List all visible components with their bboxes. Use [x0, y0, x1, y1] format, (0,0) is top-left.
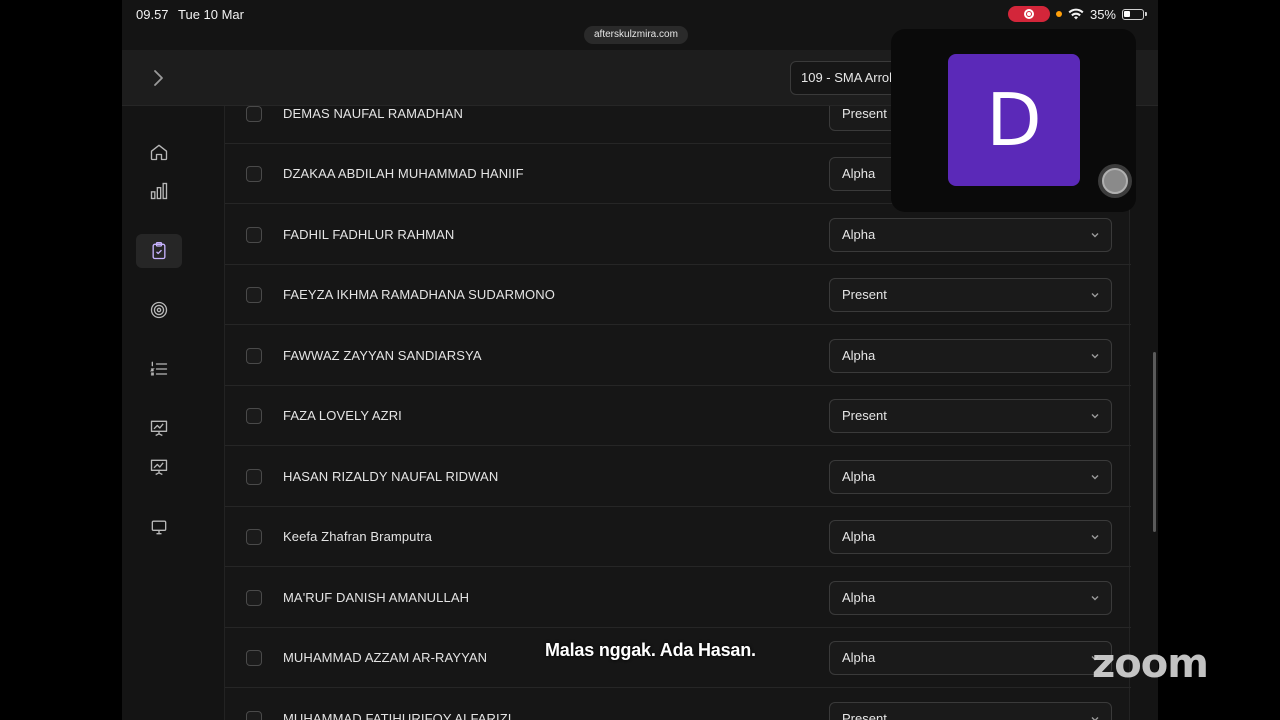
- status-select[interactable]: Alpha: [829, 581, 1112, 615]
- status-time: 09.57: [136, 7, 169, 22]
- status-value: Alpha: [842, 166, 876, 181]
- status-bar: 09.57 Tue 10 Mar 35%: [0, 0, 1280, 28]
- student-name: HASAN RIZALDY NAUFAL RIDWAN: [283, 469, 499, 484]
- status-date: Tue 10 Mar: [178, 7, 244, 22]
- table-row: Keefa Zhafran Bramputra Alpha: [225, 507, 1131, 567]
- student-name: FAEYZA IKHMA RAMADHANA SUDARMONO: [283, 287, 555, 302]
- target-icon: [150, 301, 168, 319]
- chevron-down-icon: [1091, 354, 1099, 359]
- sidebar-item-target[interactable]: [136, 293, 182, 327]
- chevron-down-icon: [1091, 233, 1099, 238]
- table-row: FAZA LOVELY AZRI Present: [225, 386, 1131, 446]
- student-name: MUHAMMAD FATIHURIFQY ALFARIZI: [283, 711, 512, 720]
- live-caption: Malas nggak. Ada Hasan.: [545, 640, 756, 660]
- monitor-icon: [151, 520, 167, 535]
- sidebar-item-home[interactable]: [136, 135, 182, 169]
- status-value: Alpha: [842, 227, 876, 242]
- wifi-icon: [1068, 8, 1084, 20]
- row-checkbox[interactable]: [246, 227, 262, 243]
- table-row: HASAN RIZALDY NAUFAL RIDWAN Alpha: [225, 447, 1131, 507]
- row-checkbox[interactable]: [246, 408, 262, 424]
- status-select[interactable]: Present: [829, 399, 1112, 433]
- student-name: MA'RUF DANISH AMANULLAH: [283, 590, 470, 605]
- student-name: FAWWAZ ZAYYAN SANDIARSYA: [283, 348, 482, 363]
- status-select[interactable]: Alpha: [829, 520, 1112, 554]
- student-name: FADHIL FADHLUR RAHMAN: [283, 227, 455, 242]
- presentation-chart-icon: [150, 459, 168, 476]
- participant-avatar: D: [948, 54, 1080, 186]
- table-row: FAEYZA IKHMA RAMADHANA SUDARMONO Present: [225, 265, 1131, 325]
- sidebar-item-analytics[interactable]: [136, 450, 182, 484]
- row-checkbox[interactable]: [246, 166, 262, 182]
- status-value: Alpha: [842, 348, 876, 363]
- table-row: FADHIL FADHLUR RAHMAN Alpha: [225, 205, 1131, 265]
- status-select[interactable]: Alpha: [829, 460, 1112, 494]
- row-checkbox[interactable]: [246, 590, 262, 606]
- table-row: FAWWAZ ZAYYAN SANDIARSYA Alpha: [225, 326, 1131, 386]
- zoom-video-tile[interactable]: D: [891, 29, 1136, 212]
- sidebar-item-list[interactable]: [136, 352, 182, 386]
- status-value: Alpha: [842, 469, 876, 484]
- status-value: Alpha: [842, 529, 876, 544]
- sidebar-item-monitor[interactable]: [136, 510, 182, 544]
- row-checkbox[interactable]: [246, 287, 262, 303]
- chevron-down-icon: [1091, 717, 1099, 720]
- home-icon: [150, 144, 168, 161]
- status-select[interactable]: Present: [829, 278, 1112, 312]
- numbered-list-icon: [149, 361, 168, 376]
- chevron-down-icon: [1091, 596, 1099, 601]
- status-value: Present: [842, 287, 887, 302]
- status-value: Present: [842, 711, 887, 720]
- assistive-touch-button[interactable]: [1098, 164, 1132, 198]
- url-bar[interactable]: afterskulzmira.com: [584, 26, 688, 44]
- chevron-down-icon: [1091, 535, 1099, 540]
- mic-indicator-icon: [1055, 11, 1062, 17]
- screen-recording-icon[interactable]: [1007, 6, 1050, 22]
- row-checkbox[interactable]: [246, 650, 262, 666]
- battery-percent: 35%: [1089, 6, 1116, 22]
- student-name: DZAKAA ABDILAH MUHAMMAD HANIIF: [283, 166, 524, 181]
- status-value: Present: [842, 408, 887, 423]
- student-name: Keefa Zhafran Bramputra: [283, 529, 432, 544]
- row-checkbox[interactable]: [246, 711, 262, 720]
- student-name: MUHAMMAD AZZAM AR-RAYYAN: [283, 650, 488, 665]
- sidebar-item-stats[interactable]: [136, 174, 182, 208]
- student-name: DEMAS NAUFAL RAMADHAN: [283, 106, 464, 121]
- chevron-down-icon: [1091, 293, 1099, 298]
- status-select[interactable]: Alpha: [829, 339, 1112, 373]
- table-row: MUHAMMAD FATIHURIFQY ALFARIZI Present: [225, 689, 1131, 720]
- status-value: Alpha: [842, 650, 876, 665]
- row-checkbox[interactable]: [246, 348, 262, 364]
- status-value: Present: [842, 106, 887, 121]
- row-checkbox[interactable]: [246, 529, 262, 545]
- presentation-chart-icon: [150, 420, 168, 437]
- status-select[interactable]: Present: [829, 702, 1112, 720]
- status-select[interactable]: Alpha: [829, 218, 1112, 252]
- zoom-logo: zoom: [1092, 641, 1209, 687]
- chevron-down-icon: [1091, 414, 1099, 419]
- sidebar-item-attendance[interactable]: [136, 234, 182, 268]
- clipboard-check-icon: [152, 242, 166, 260]
- chevron-right-icon[interactable]: [146, 66, 170, 90]
- sidebar-item-report[interactable]: [136, 411, 182, 445]
- status-select[interactable]: Alpha: [829, 641, 1112, 675]
- row-checkbox[interactable]: [246, 469, 262, 485]
- row-checkbox[interactable]: [246, 106, 262, 122]
- student-name: FAZA LOVELY AZRI: [283, 408, 402, 423]
- table-row: MA'RUF DANISH AMANULLAH Alpha: [225, 568, 1131, 628]
- battery-icon: [1122, 8, 1147, 20]
- bar-chart-icon: [150, 182, 168, 200]
- sidebar: [122, 106, 194, 720]
- status-indicators: 35%: [1007, 6, 1147, 22]
- status-value: Alpha: [842, 590, 876, 605]
- chevron-down-icon: [1091, 475, 1099, 480]
- scrollbar[interactable]: [1153, 352, 1156, 532]
